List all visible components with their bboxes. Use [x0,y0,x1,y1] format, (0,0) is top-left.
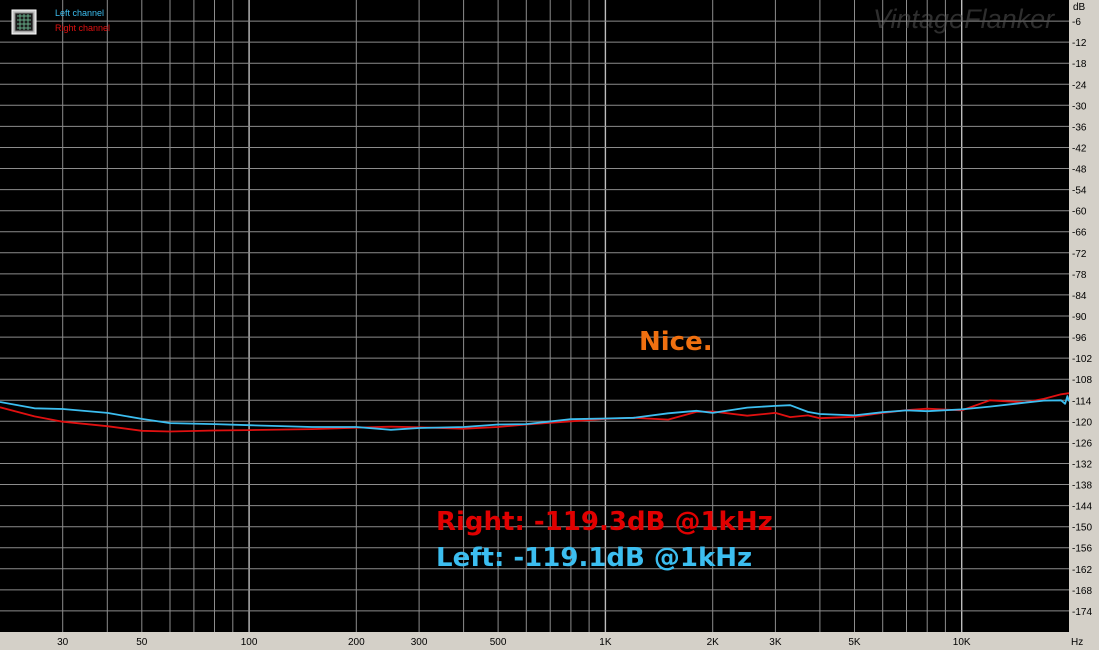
y-tick-label: -54 [1072,186,1087,197]
y-tick-label: -156 [1072,544,1092,555]
x-tick-label: 2K [707,637,720,648]
y-tick-label: -72 [1072,249,1087,260]
x-axis-ticks: 30 50 100 200 300 500 1K 2K 3K 5K 10K [57,637,971,648]
y-tick-label: -18 [1072,59,1087,70]
y-tick-label: -96 [1072,333,1087,344]
y-tick-label: -24 [1072,80,1087,91]
y-tick-label: -78 [1072,270,1087,281]
y-tick-label: -120 [1072,417,1092,428]
y-tick-label: -168 [1072,586,1092,597]
legend-icon[interactable] [11,9,37,35]
y-tick-label: -12 [1072,38,1087,49]
y-tick-label: -30 [1072,101,1087,112]
watermark: VintageFlanker [873,4,1055,34]
y-tick-label: -102 [1072,354,1092,365]
y-tick-label: -90 [1072,312,1087,323]
x-tick-label: 10K [953,637,971,648]
x-tick-label: 50 [136,637,148,648]
y-tick-label: -84 [1072,291,1087,302]
x-tick-label: 100 [241,637,258,648]
legend-right-label: Right channel [55,23,110,33]
y-tick-label: -144 [1072,502,1092,513]
y-axis-unit: dB [1073,2,1086,13]
y-tick-label: -150 [1072,523,1092,534]
y-tick-label: -6 [1072,17,1081,28]
y-tick-label: -132 [1072,460,1092,471]
x-tick-label: 1K [599,637,612,648]
y-tick-label: -60 [1072,207,1087,218]
graph: -6 -12 -18 -24 -30 -36 -42 -48 -54 -60 -66 -72 -78 -8… [0,0,1092,648]
y-tick-label: -174 [1072,607,1092,618]
annotation-right-result: Right: -119.3dB @1kHz [436,507,773,537]
y-tick-label: -42 [1072,144,1087,155]
y-tick-label: -126 [1072,438,1092,449]
annotation-left-result: Left: -119.1dB @1kHz [436,543,752,573]
legend-left-label: Left channel [55,8,104,18]
x-tick-label: 200 [348,637,365,648]
y-tick-label: -108 [1072,375,1092,386]
x-tick-label: 3K [769,637,782,648]
x-tick-label: 300 [411,637,428,648]
x-tick-label: 500 [490,637,507,648]
x-tick-label: 5K [848,637,861,648]
y-tick-label: -162 [1072,565,1092,576]
x-tick-label: 30 [57,637,69,648]
y-tick-label: -138 [1072,481,1092,492]
y-axis-ticks: -6 -12 -18 -24 -30 -36 -42 -48 -54 -60 -66 -72 -78 -8… [1072,17,1092,618]
x-axis-unit: Hz [1071,637,1083,648]
y-tick-label: -66 [1072,228,1087,239]
annotation-nice: Nice. [639,327,713,357]
y-tick-label: -36 [1072,122,1087,133]
y-tick-label: -48 [1072,165,1087,176]
y-tick-label: -114 [1072,396,1092,407]
